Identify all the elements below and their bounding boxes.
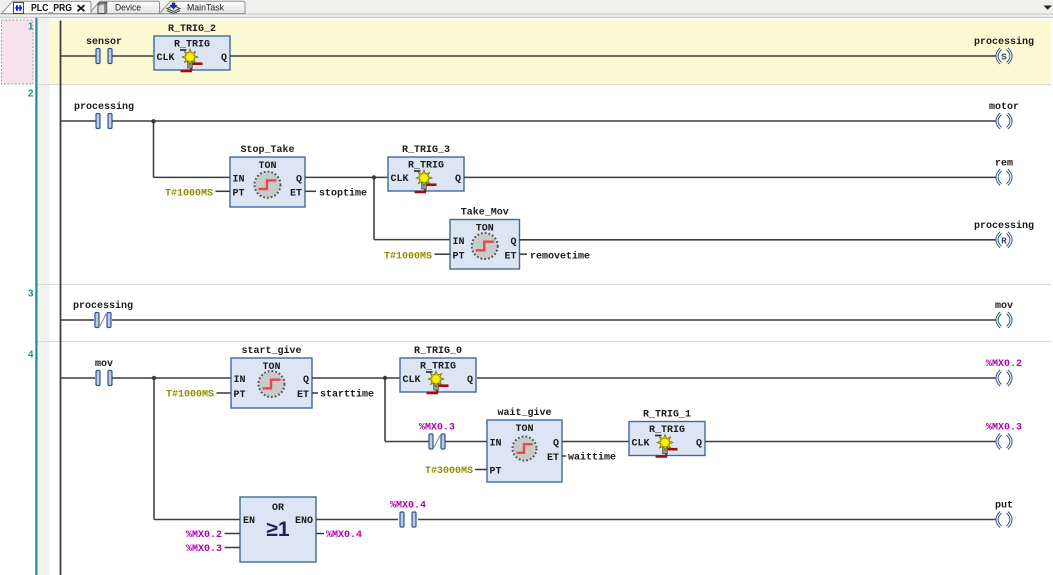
svg-text:1: 1 (28, 22, 34, 33)
svg-text:rem: rem (995, 158, 1013, 169)
svg-text:%MX0.3: %MX0.3 (986, 423, 1022, 434)
svg-text:PT: PT (453, 251, 465, 262)
svg-text:PLC_PRG: PLC_PRG (31, 2, 72, 14)
svg-text:PT: PT (490, 467, 502, 478)
svg-text:TON: TON (258, 161, 276, 172)
svg-text:%MX0.2: %MX0.2 (186, 530, 222, 541)
svg-text:EN: EN (243, 516, 255, 527)
svg-text:processing: processing (74, 101, 134, 113)
svg-text:Q: Q (296, 175, 302, 186)
svg-text:OR: OR (272, 503, 284, 514)
svg-text:motor: motor (989, 102, 1019, 113)
svg-text:%MX0.4: %MX0.4 (390, 501, 426, 512)
svg-text:MainTask: MainTask (187, 3, 224, 14)
svg-text:IN: IN (234, 375, 246, 386)
svg-text:PT: PT (234, 390, 246, 401)
svg-text:waittime: waittime (568, 452, 616, 464)
svg-text:ET: ET (547, 453, 559, 464)
svg-text:Q: Q (510, 237, 516, 248)
svg-text:put: put (995, 501, 1013, 512)
svg-text:S: S (1001, 52, 1007, 63)
svg-text:≥1: ≥1 (266, 518, 290, 541)
svg-text:mov: mov (995, 301, 1013, 312)
svg-text:R_TRIG: R_TRIG (420, 362, 456, 373)
svg-text:PT: PT (233, 189, 245, 200)
svg-text:stoptime: stoptime (319, 188, 367, 200)
svg-text:ET: ET (290, 189, 302, 200)
svg-text:CLK: CLK (157, 53, 175, 64)
svg-text:mov: mov (95, 359, 113, 370)
svg-text:TON: TON (515, 424, 533, 435)
svg-text:T#3000MS: T#3000MS (425, 466, 473, 477)
svg-text:T#1000MS: T#1000MS (166, 390, 214, 401)
svg-text:CLK: CLK (403, 375, 421, 386)
svg-text:4: 4 (28, 350, 34, 361)
svg-text:sensor: sensor (86, 37, 122, 48)
svg-text:%MX0.3: %MX0.3 (419, 423, 455, 434)
svg-text:IN: IN (490, 439, 502, 450)
svg-text:2: 2 (28, 89, 34, 100)
svg-text:R_TRIG_1: R_TRIG_1 (643, 410, 691, 421)
svg-text:CLK: CLK (632, 439, 650, 450)
svg-text:IN: IN (453, 237, 465, 248)
svg-text:R_TRIG_2: R_TRIG_2 (168, 24, 216, 35)
svg-text:3: 3 (28, 289, 34, 300)
svg-text:R_TRIG: R_TRIG (174, 40, 210, 51)
svg-text:R_TRIG: R_TRIG (408, 161, 444, 172)
svg-text:IN: IN (233, 175, 245, 186)
svg-text:R_TRIG_0: R_TRIG_0 (414, 346, 462, 357)
svg-text:Q: Q (303, 375, 309, 386)
svg-text:T#1000MS: T#1000MS (165, 189, 213, 200)
svg-text:processing: processing (73, 300, 133, 312)
svg-text:R_TRIG: R_TRIG (649, 425, 685, 436)
svg-text:Take_Mov: Take_Mov (461, 207, 509, 219)
svg-text:%MX0.4: %MX0.4 (326, 530, 362, 541)
svg-text:Q: Q (553, 439, 559, 450)
svg-text:Q: Q (467, 375, 473, 386)
svg-text:processing: processing (974, 220, 1034, 232)
svg-text:Q: Q (455, 174, 461, 185)
svg-text:Q: Q (696, 439, 702, 450)
svg-text:Device: Device (115, 3, 141, 14)
svg-text:Q: Q (221, 53, 227, 64)
svg-text:R: R (1001, 235, 1007, 246)
svg-text:processing: processing (974, 36, 1034, 48)
svg-text:%MX0.2: %MX0.2 (986, 359, 1022, 370)
svg-text:CLK: CLK (391, 174, 409, 185)
svg-text:T#1000MS: T#1000MS (384, 251, 432, 262)
svg-text:ENO: ENO (295, 516, 313, 527)
svg-text:removetime: removetime (530, 250, 590, 262)
svg-text:%MX0.3: %MX0.3 (186, 544, 222, 555)
svg-text:ET: ET (297, 390, 309, 401)
svg-text:wait_give: wait_give (497, 407, 551, 419)
svg-text:ET: ET (504, 251, 516, 262)
svg-text:R_TRIG_3: R_TRIG_3 (402, 145, 450, 156)
svg-text:start_give: start_give (241, 345, 301, 357)
svg-text:Stop_Take: Stop_Take (240, 144, 294, 156)
svg-text:starttime: starttime (320, 389, 374, 401)
